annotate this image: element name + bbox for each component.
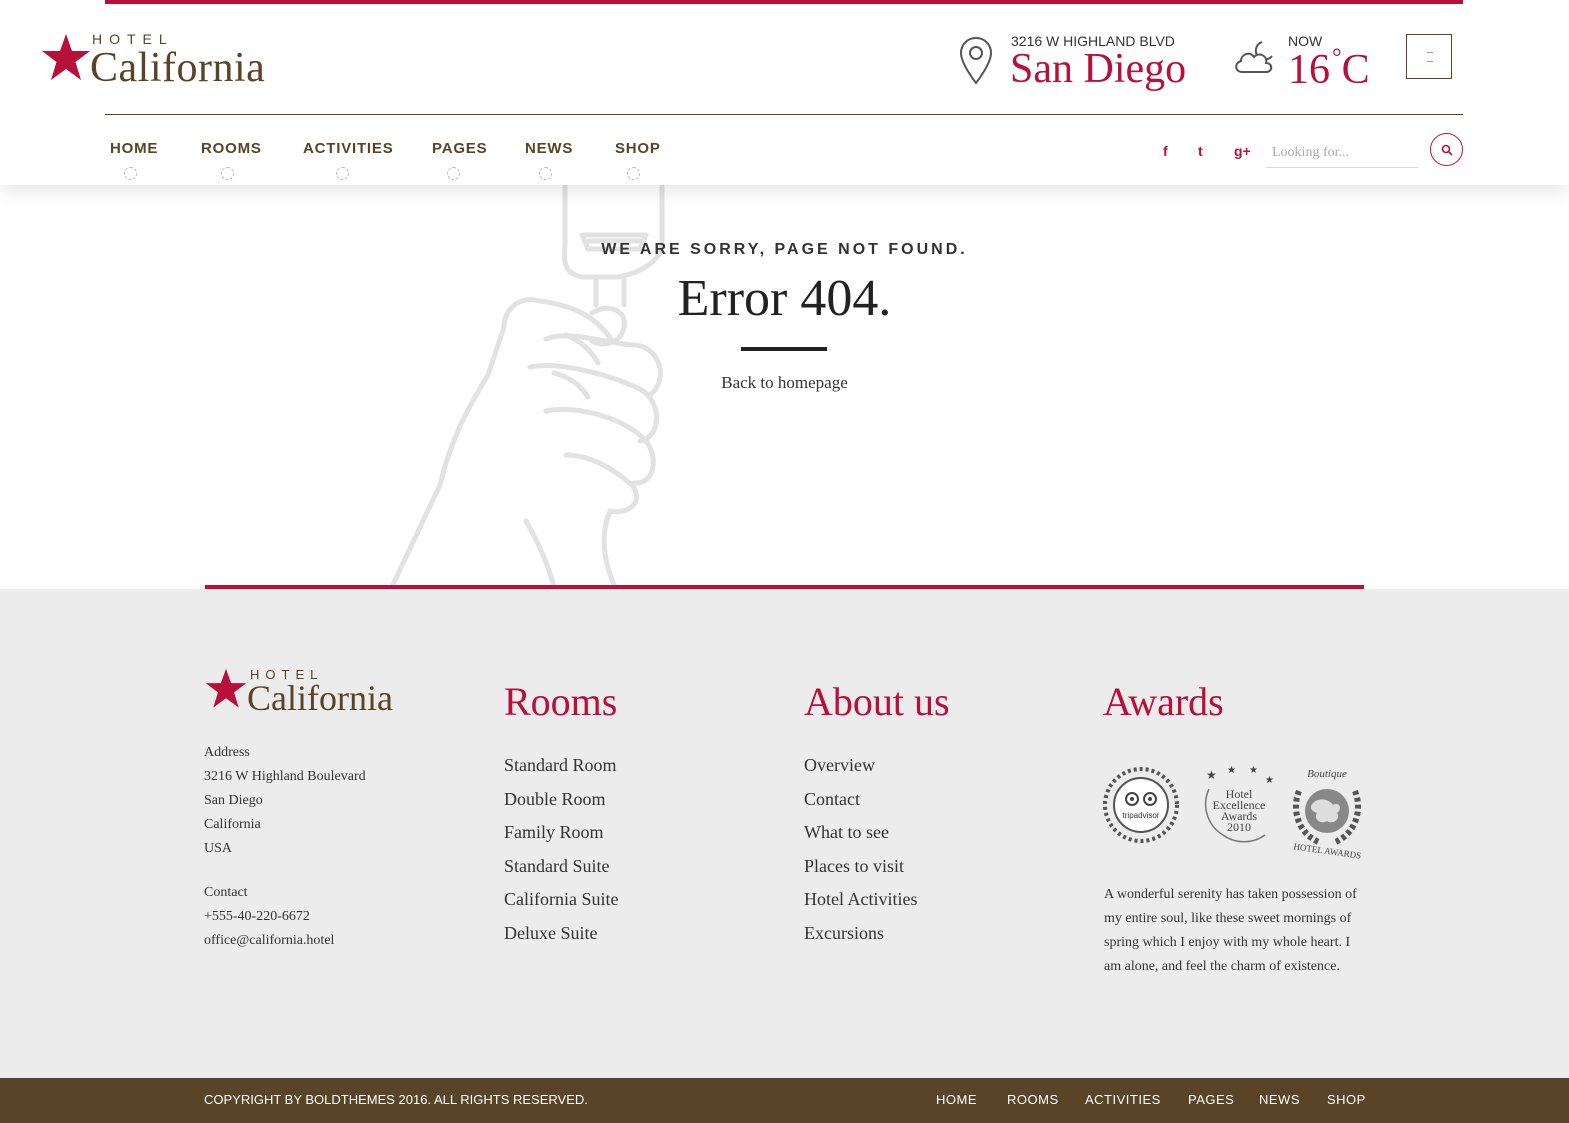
svg-text:★: ★ (1206, 768, 1217, 782)
nav-item-activities[interactable]: ACTIVITIES (303, 140, 394, 157)
about-list: Overview Contact What to see Places to v… (804, 749, 950, 950)
nav-dot-pages (447, 167, 460, 180)
nav-dot-home (124, 167, 137, 180)
excellence-line4: 2010 (1227, 820, 1251, 834)
footer-about-title: About us (804, 679, 950, 724)
back-to-homepage-link[interactable]: Back to homepage (0, 373, 1569, 393)
degree-symbol: ° (1332, 45, 1342, 71)
site-footer: HOTEL California Address 3216 W Highland… (0, 589, 1569, 1078)
footer-link-double-room[interactable]: Double Room (504, 789, 606, 809)
nav-dot-rooms (221, 167, 234, 180)
error-section: WE ARE SORRY, PAGE NOT FOUND. Error 404.… (0, 185, 1569, 589)
address-line: San Diego (204, 793, 263, 808)
excellence-award-icon: ★ ★ ★ ★ Hotel Excellence Awards 2010 (1204, 765, 1274, 843)
location-city: San Diego (1010, 46, 1187, 92)
rooms-list: Standard Room Double Room Family Room St… (504, 749, 618, 950)
phone-number: +555-40-220-6672 (204, 909, 310, 924)
footer-contact-info: Address 3216 W Highland Boulevard San Di… (204, 741, 366, 953)
nav-item-news[interactable]: NEWS (525, 140, 573, 157)
partly-cloudy-icon (1235, 41, 1273, 73)
nav-item-rooms[interactable]: ROOMS (201, 140, 262, 157)
bottom-nav-rooms[interactable]: ROOMS (1007, 1092, 1059, 1107)
footer-link-family-room[interactable]: Family Room (504, 822, 604, 842)
nav-item-pages[interactable]: PAGES (432, 140, 487, 157)
footer-accent-bar (205, 585, 1364, 589)
bottom-nav-activities[interactable]: ACTIVITIES (1085, 1092, 1161, 1107)
footer-awards-column: Awards (1103, 679, 1224, 725)
contact-label: Contact (204, 885, 248, 900)
awards-badges: tripadvisor ★ ★ ★ ★ Hotel Excellence Awa… (1103, 765, 1362, 861)
address-line: USA (204, 841, 233, 856)
footer-awards-title: Awards (1103, 679, 1224, 724)
footer-link-standard-room[interactable]: Standard Room (504, 755, 617, 775)
address-line: 3216 W Highland Boulevard (204, 769, 366, 784)
footer-link-hotel-activities[interactable]: Hotel Activities (804, 889, 917, 909)
nav-item-shop[interactable]: SHOP (615, 140, 661, 157)
logo-name-text: California (90, 45, 266, 91)
search-button[interactable] (1430, 133, 1463, 166)
tripadvisor-award-icon: tripadvisor (1103, 767, 1179, 843)
footer-logo[interactable]: HOTEL California (204, 667, 424, 718)
svg-text:★: ★ (1249, 765, 1258, 776)
nav-dot-shop (627, 167, 640, 180)
footer-link-overview[interactable]: Overview (804, 755, 875, 775)
footer-rooms-column: Rooms Standard Room Double Room Family R… (504, 679, 618, 950)
footer-logo-name-text: California (247, 678, 393, 718)
copyright-text: COPYRIGHT BY BOLDTHEMES 2016. ALL RIGHTS… (204, 1092, 588, 1107)
header-divider (105, 114, 1463, 115)
search-icon (1441, 144, 1453, 156)
error-title: Error 404. (677, 270, 892, 327)
footer-link-excursions[interactable]: Excursions (804, 923, 884, 943)
awards-description: A wonderful serenity has taken possessio… (1104, 887, 1357, 974)
error-subtitle: WE ARE SORRY, PAGE NOT FOUND. (601, 241, 968, 258)
bottom-nav-shop[interactable]: SHOP (1327, 1092, 1366, 1107)
address-line: California (204, 817, 261, 832)
footer-link-california-suite[interactable]: California Suite (504, 889, 618, 909)
error-title-underline (741, 347, 827, 351)
header-top-accent-bar (105, 0, 1463, 4)
boutique-script: Boutique (1307, 768, 1347, 780)
boutique-text: HOTEL AWARDS (1293, 841, 1362, 860)
site-logo[interactable]: HOTEL California (40, 30, 280, 91)
address-label: Address (204, 745, 250, 760)
star-icon (205, 668, 247, 708)
footer-rooms-title: Rooms (504, 679, 618, 724)
bottom-nav-news[interactable]: NEWS (1259, 1092, 1300, 1107)
google-plus-icon[interactable]: g+ (1234, 143, 1251, 159)
footer-link-what-to-see[interactable]: What to see (804, 822, 889, 842)
star-icon (42, 34, 90, 80)
temperature-display: 16°C (1288, 45, 1370, 94)
nav-dot-activities (336, 167, 349, 180)
footer-about-column: About us Overview Contact What to see Pl… (804, 679, 950, 950)
menu-icon (1427, 52, 1433, 62)
svg-text:★: ★ (1227, 765, 1236, 776)
menu-toggle-button[interactable] (1406, 34, 1452, 79)
footer-link-contact[interactable]: Contact (804, 789, 860, 809)
nav-dot-news (539, 167, 552, 180)
location-pin-icon (959, 36, 993, 85)
site-header: HOTEL California 3216 W HIGHLAND BLVD Sa… (0, 0, 1569, 185)
temperature-unit: C (1341, 47, 1370, 93)
bottom-nav-pages[interactable]: PAGES (1188, 1092, 1234, 1107)
bottom-bar: COPYRIGHT BY BOLDTHEMES 2016. ALL RIGHTS… (0, 1078, 1569, 1123)
footer-link-places-to-visit[interactable]: Places to visit (804, 856, 904, 876)
facebook-icon[interactable]: f (1163, 143, 1168, 159)
footer-link-deluxe-suite[interactable]: Deluxe Suite (504, 923, 597, 943)
search-input[interactable] (1266, 138, 1418, 168)
svg-text:★: ★ (1265, 775, 1274, 786)
boutique-award-icon: Boutique HOTEL AWARDS (1293, 768, 1362, 861)
twitter-icon[interactable]: t (1198, 143, 1203, 159)
temperature-value: 16 (1288, 47, 1330, 93)
footer-link-standard-suite[interactable]: Standard Suite (504, 856, 610, 876)
bottom-nav-home[interactable]: HOME (936, 1092, 977, 1107)
nav-item-home[interactable]: HOME (110, 140, 158, 157)
email-address: office@california.hotel (204, 933, 335, 948)
tripadvisor-text: tripadvisor (1123, 811, 1160, 820)
